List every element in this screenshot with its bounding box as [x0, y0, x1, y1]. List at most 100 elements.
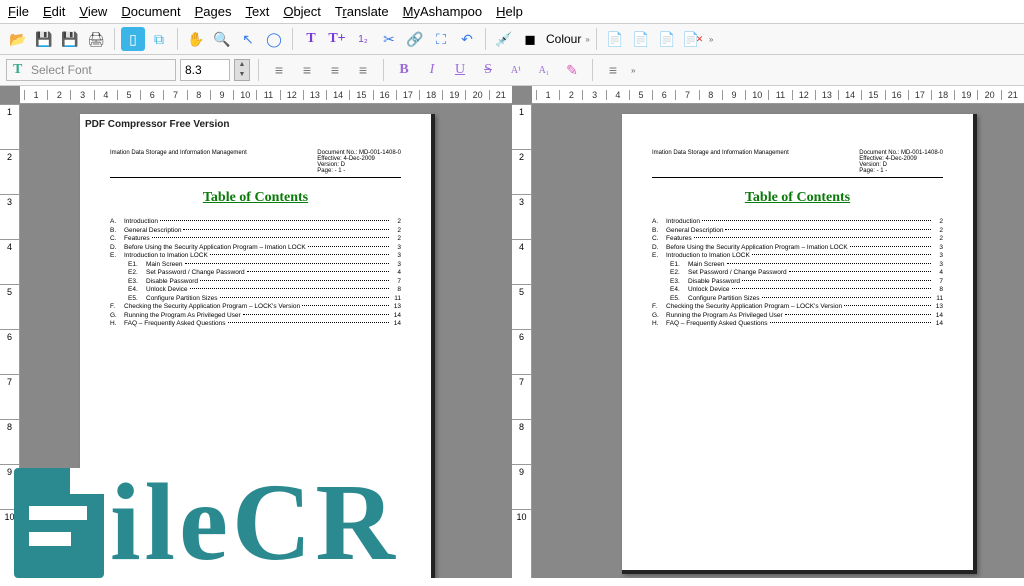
- page-double-icon[interactable]: ⧉: [147, 27, 171, 51]
- menu-document[interactable]: Document: [121, 4, 180, 19]
- toc-row: E2.Set Password / Change Password4: [110, 269, 401, 276]
- toc-row: E5.Configure Partition Sizes11: [652, 295, 943, 302]
- toc-row: E2.Set Password / Change Password4: [652, 269, 943, 276]
- doc-header: Imation Data Storage and Information Man…: [110, 150, 401, 178]
- export-del-icon[interactable]: 📄✕: [681, 27, 705, 51]
- export-2-icon[interactable]: 📄: [629, 27, 653, 51]
- colour-swatch-icon[interactable]: ◼: [518, 27, 542, 51]
- align-center-icon[interactable]: ≡: [295, 58, 319, 82]
- font-t-icon: T: [13, 62, 22, 78]
- toc-title: Table of Contents: [652, 190, 943, 206]
- zoom-icon[interactable]: 🔍: [210, 27, 234, 51]
- toc-row: E1.Main Screen3: [110, 261, 401, 268]
- toc-row: D.Before Using the Security Application …: [652, 244, 943, 251]
- menu-translate[interactable]: Translate: [335, 4, 389, 19]
- menu-myashampoo[interactable]: MyAshampoo: [403, 4, 483, 19]
- text-sub-icon[interactable]: 1₂: [351, 27, 375, 51]
- link-icon[interactable]: 🔗: [403, 27, 427, 51]
- subscript-icon[interactable]: A₁: [532, 58, 556, 82]
- save-icon[interactable]: 💾: [32, 27, 56, 51]
- align-justify-icon[interactable]: ≡: [351, 58, 375, 82]
- export-dropdown-icon[interactable]: »: [709, 35, 713, 44]
- menu-help[interactable]: Help: [496, 4, 523, 19]
- line-spacing-icon[interactable]: ≡: [601, 58, 625, 82]
- menu-text[interactable]: Text: [245, 4, 269, 19]
- document-page-right[interactable]: Imation Data Storage and Information Man…: [622, 114, 977, 574]
- highlight-icon[interactable]: ✎: [560, 58, 584, 82]
- toc-row: F.Checking the Security Application Prog…: [110, 303, 401, 310]
- toc-row: G.Running the Program As Privileged User…: [110, 312, 401, 319]
- canvas-right[interactable]: Imation Data Storage and Information Man…: [532, 104, 1024, 578]
- menu-bar: File Edit View Document Pages Text Objec…: [0, 0, 1024, 24]
- separator: [383, 59, 384, 81]
- toc-row: F.Checking the Security Application Prog…: [652, 303, 943, 310]
- export-3-icon[interactable]: 📄: [655, 27, 679, 51]
- toc-row: A.Introduction2: [110, 218, 401, 225]
- toc-row: B.General Description2: [110, 227, 401, 234]
- strikethrough-icon[interactable]: S: [476, 58, 500, 82]
- print-icon[interactable]: 🖨: [84, 27, 108, 51]
- toc-row: G.Running the Program As Privileged User…: [652, 312, 943, 319]
- logo-text: ileCR: [110, 459, 399, 586]
- expand-icon[interactable]: ⛶: [429, 27, 453, 51]
- text-add-icon[interactable]: T+: [325, 27, 349, 51]
- separator: [485, 28, 486, 50]
- underline-icon[interactable]: U: [448, 58, 472, 82]
- menu-pages[interactable]: Pages: [195, 4, 232, 19]
- separator: [292, 28, 293, 50]
- page-single-icon[interactable]: ▯: [121, 27, 145, 51]
- colour-label: Colour: [546, 32, 581, 46]
- separator: [177, 28, 178, 50]
- toc-row: H.FAQ – Frequently Asked Questions14: [652, 320, 943, 327]
- menu-file[interactable]: File: [8, 4, 29, 19]
- save-as-icon[interactable]: 💾: [58, 27, 82, 51]
- bold-icon[interactable]: B: [392, 58, 416, 82]
- font-size-input[interactable]: [180, 59, 230, 81]
- export-1-icon[interactable]: 📄: [603, 27, 627, 51]
- superscript-icon[interactable]: A¹: [504, 58, 528, 82]
- filecr-watermark-logo: ileCR: [14, 459, 399, 586]
- spacing-dropdown-icon[interactable]: »: [631, 66, 635, 75]
- font-size-spinner[interactable]: ▲▼: [234, 59, 250, 81]
- toc-row: H.FAQ – Frequently Asked Questions14: [110, 320, 401, 327]
- pointer-icon[interactable]: ↖: [236, 27, 260, 51]
- toc-row: B.General Description2: [652, 227, 943, 234]
- toc-title: Table of Contents: [110, 190, 401, 206]
- crop-icon[interactable]: ✂: [377, 27, 401, 51]
- toc-row: E3.Disable Password7: [652, 278, 943, 285]
- toc-row: E5.Configure Partition Sizes11: [110, 295, 401, 302]
- menu-view[interactable]: View: [79, 4, 107, 19]
- toc-row: E4.Unlock Device8: [110, 286, 401, 293]
- toc-row: E.Introduction to Imation LOCK3: [652, 252, 943, 259]
- ruler-horizontal: 123456789101112131415161718192021: [20, 86, 512, 104]
- font-toolbar: T Select Font ▲▼ ≡ ≡ ≡ ≡ B I U S A¹ A₁ ✎…: [0, 55, 1024, 86]
- align-left-icon[interactable]: ≡: [267, 58, 291, 82]
- colour-dropdown-icon[interactable]: »: [585, 35, 589, 44]
- font-family-select[interactable]: T Select Font: [6, 59, 176, 81]
- undo-icon[interactable]: ↶: [455, 27, 479, 51]
- separator: [258, 59, 259, 81]
- ruler-horizontal: 123456789101112131415161718192021: [532, 86, 1024, 104]
- separator: [596, 28, 597, 50]
- open-icon[interactable]: 📂: [6, 27, 30, 51]
- doc-header: Imation Data Storage and Information Man…: [652, 150, 943, 178]
- lasso-icon[interactable]: ◯: [262, 27, 286, 51]
- menu-edit[interactable]: Edit: [43, 4, 65, 19]
- text-icon[interactable]: T: [299, 27, 323, 51]
- right-panel: 123456789101112131415161718192021 123456…: [512, 86, 1024, 578]
- eyedropper-icon[interactable]: 💉: [492, 27, 516, 51]
- separator: [114, 28, 115, 50]
- italic-icon[interactable]: I: [420, 58, 444, 82]
- main-toolbar: 📂 💾 💾 🖨 ▯ ⧉ ✋ 🔍 ↖ ◯ T T+ 1₂ ✂ 🔗 ⛶ ↶ 💉 ◼ …: [0, 24, 1024, 55]
- menu-object[interactable]: Object: [283, 4, 321, 19]
- hand-icon[interactable]: ✋: [184, 27, 208, 51]
- toc-row: A.Introduction2: [652, 218, 943, 225]
- toc-row: C.Features2: [652, 235, 943, 242]
- toc-row: E4.Unlock Device8: [652, 286, 943, 293]
- toc-row: E3.Disable Password7: [110, 278, 401, 285]
- toc-row: D.Before Using the Security Application …: [110, 244, 401, 251]
- toc-row: E1.Main Screen3: [652, 261, 943, 268]
- pdf-watermark: PDF Compressor Free Version: [85, 119, 230, 130]
- separator: [592, 59, 593, 81]
- align-right-icon[interactable]: ≡: [323, 58, 347, 82]
